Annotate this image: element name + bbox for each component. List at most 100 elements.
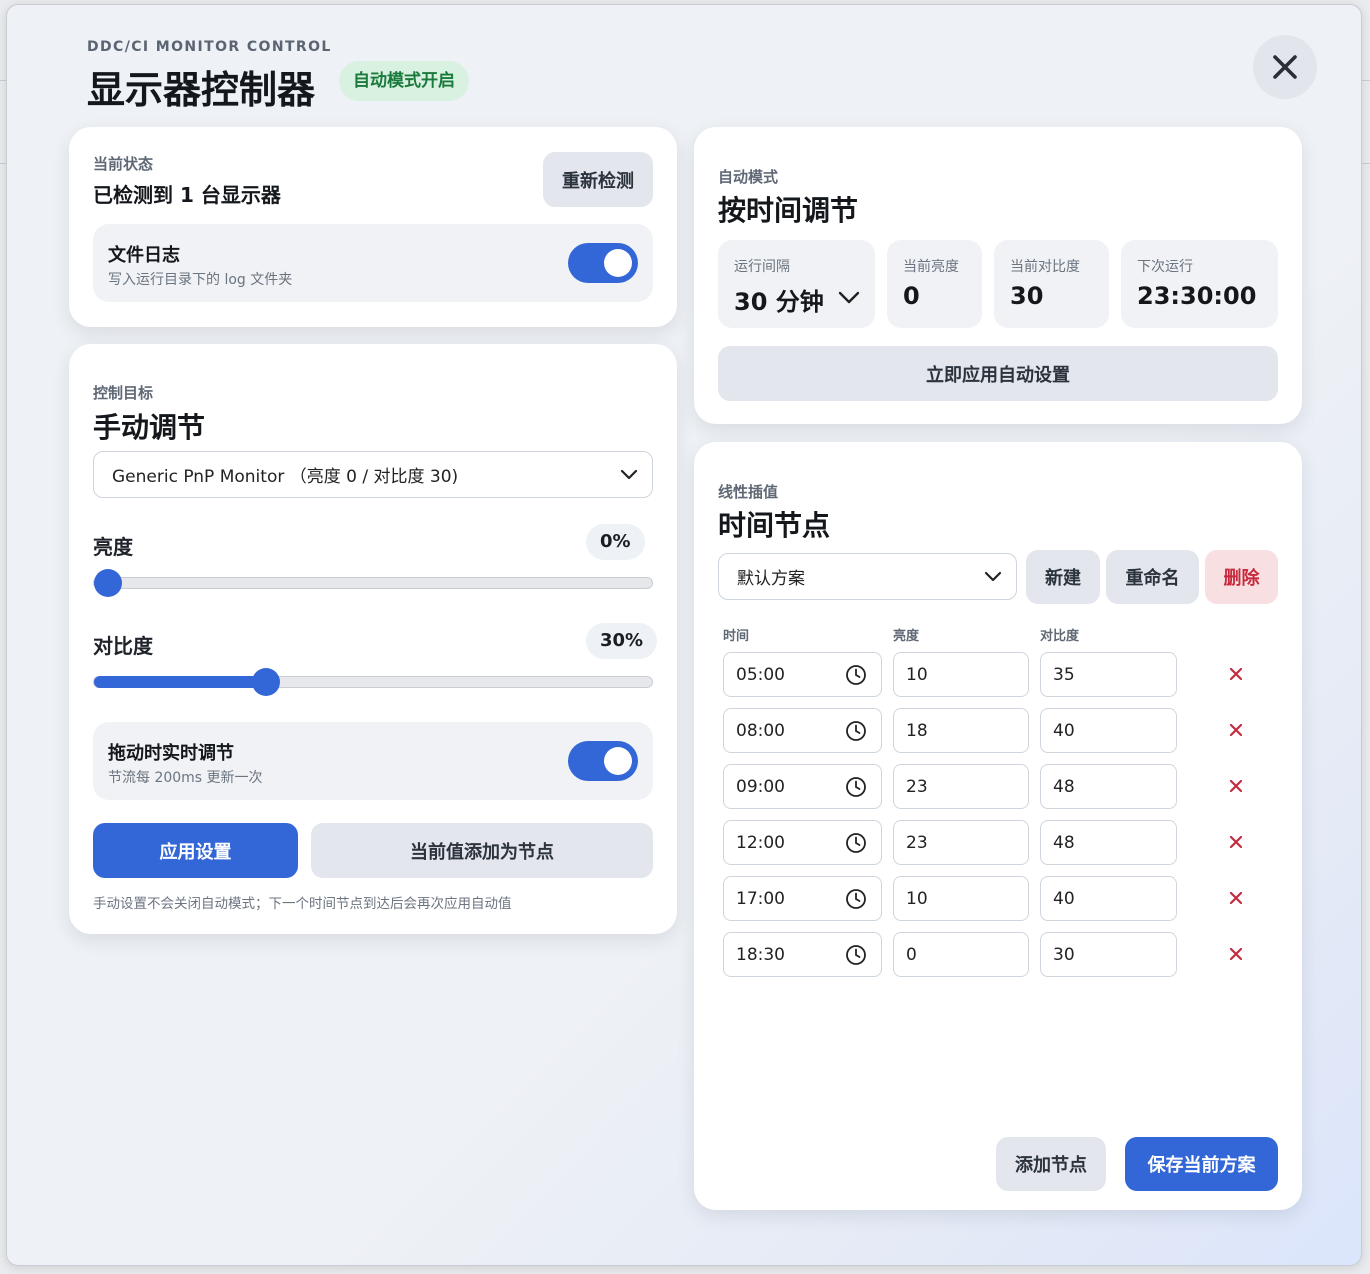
apply-auto-now-button[interactable]: 立即应用自动设置	[718, 346, 1278, 401]
redetect-button[interactable]: 重新检测	[543, 152, 653, 207]
realtime-row: 拖动时实时调节 节流每 200ms 更新一次	[93, 722, 653, 800]
delete-node-icon[interactable]	[1226, 944, 1246, 964]
current-contrast-value: 30	[1010, 282, 1044, 310]
file-log-subtitle: 写入运行目录下的 log 文件夹	[108, 272, 293, 288]
node-time-value: 12:00	[736, 832, 785, 853]
interval-select[interactable]: 运行间隔 30 分钟	[718, 240, 875, 328]
background-divider	[1362, 80, 1370, 164]
delete-profile-button[interactable]: 删除	[1205, 550, 1278, 604]
contrast-label: 对比度	[93, 634, 153, 658]
delete-node-icon[interactable]	[1226, 664, 1246, 684]
rename-profile-button[interactable]: 重命名	[1106, 550, 1199, 604]
toggle-knob	[604, 747, 632, 775]
clock-icon[interactable]	[845, 664, 867, 686]
node-time-input[interactable]: 17:00	[723, 876, 882, 921]
node-brightness-input[interactable]: 10	[893, 876, 1029, 921]
current-contrast-label: 当前对比度	[1010, 259, 1080, 275]
clock-icon[interactable]	[845, 888, 867, 910]
contrast-slider[interactable]	[93, 668, 653, 696]
node-contrast-input[interactable]: 48	[1040, 764, 1177, 809]
node-contrast-input[interactable]: 35	[1040, 652, 1177, 697]
delete-node-icon[interactable]	[1226, 776, 1246, 796]
manual-note: 手动设置不会关闭自动模式；下一个时间节点到达后会再次应用自动值	[93, 896, 512, 912]
file-log-row: 文件日志 写入运行目录下的 log 文件夹	[93, 224, 653, 302]
manual-label: 控制目标	[93, 384, 154, 402]
apply-settings-button[interactable]: 应用设置	[93, 823, 298, 878]
node-brightness-input[interactable]: 23	[893, 764, 1029, 809]
status-label: 当前状态	[93, 155, 154, 173]
toggle-knob	[604, 249, 632, 277]
monitor-select[interactable]: Generic PnP Monitor （亮度 0 / 对比度 30)	[93, 451, 653, 498]
file-log-title: 文件日志	[108, 245, 180, 266]
node-time-value: 09:00	[736, 776, 785, 797]
current-brightness-stat: 当前亮度 0	[887, 240, 982, 328]
node-time-input[interactable]: 18:30	[723, 932, 882, 977]
next-run-value: 23:30:00	[1137, 282, 1257, 310]
node-brightness-input[interactable]: 10	[893, 652, 1029, 697]
app-window: DDC/CI MONITOR CONTROL 显示器控制器 自动模式开启 当前状…	[6, 4, 1362, 1266]
add-current-as-node-button[interactable]: 当前值添加为节点	[311, 823, 653, 878]
current-brightness-value: 0	[903, 282, 920, 310]
add-node-button[interactable]: 添加节点	[996, 1137, 1106, 1191]
contrast-slider-thumb[interactable]	[252, 668, 280, 696]
interval-label: 运行间隔	[734, 259, 790, 275]
new-profile-button[interactable]: 新建	[1026, 550, 1100, 604]
next-run-label: 下次运行	[1137, 259, 1193, 275]
clock-icon[interactable]	[845, 720, 867, 742]
next-run-stat: 下次运行 23:30:00	[1121, 240, 1278, 328]
contrast-slider-fill	[94, 676, 266, 688]
column-header-brightness: 亮度	[893, 629, 920, 644]
node-time-value: 18:30	[736, 944, 785, 965]
auto-mode-badge: 自动模式开启	[339, 61, 469, 101]
nodes-title: 时间节点	[718, 509, 831, 542]
realtime-toggle[interactable]	[568, 741, 638, 781]
page-title: 显示器控制器	[87, 68, 316, 112]
manual-card: 控制目标 手动调节 Generic PnP Monitor （亮度 0 / 对比…	[69, 344, 677, 934]
close-button[interactable]	[1253, 35, 1317, 99]
node-contrast-input[interactable]: 40	[1040, 876, 1177, 921]
node-contrast-input[interactable]: 40	[1040, 708, 1177, 753]
node-time-value: 05:00	[736, 664, 785, 685]
brightness-value-badge: 0%	[586, 524, 645, 560]
node-brightness-input[interactable]: 0	[893, 932, 1029, 977]
node-time-input[interactable]: 08:00	[723, 708, 882, 753]
node-time-input[interactable]: 09:00	[723, 764, 882, 809]
delete-node-icon[interactable]	[1226, 720, 1246, 740]
brightness-slider[interactable]	[93, 569, 653, 597]
chevron-down-icon	[838, 291, 860, 304]
node-time-input[interactable]: 12:00	[723, 820, 882, 865]
profile-select[interactable]: 默认方案	[718, 553, 1017, 600]
current-contrast-stat: 当前对比度 30	[994, 240, 1109, 328]
realtime-title: 拖动时实时调节	[108, 743, 234, 764]
time-nodes-card: 线性插值 时间节点 默认方案 新建 重命名 删除 时间 亮度 对比度 05:00…	[694, 442, 1302, 1210]
file-log-toggle[interactable]	[568, 243, 638, 283]
column-header-time: 时间	[723, 629, 750, 644]
nodes-label: 线性插值	[718, 483, 779, 501]
status-card: 当前状态 已检测到 1 台显示器 重新检测 文件日志 写入运行目录下的 log …	[69, 127, 677, 327]
save-profile-button[interactable]: 保存当前方案	[1125, 1137, 1278, 1191]
chevron-down-icon	[620, 469, 638, 479]
delete-node-icon[interactable]	[1226, 832, 1246, 852]
status-title: 已检测到 1 台显示器	[93, 183, 281, 207]
realtime-subtitle: 节流每 200ms 更新一次	[108, 770, 263, 786]
clock-icon[interactable]	[845, 832, 867, 854]
clock-icon[interactable]	[845, 776, 867, 798]
delete-node-icon[interactable]	[1226, 888, 1246, 908]
auto-title: 按时间调节	[718, 194, 859, 227]
contrast-value-badge: 30%	[586, 623, 658, 659]
node-contrast-input[interactable]: 48	[1040, 820, 1177, 865]
brightness-label: 亮度	[93, 535, 133, 559]
node-contrast-input[interactable]: 30	[1040, 932, 1177, 977]
column-header-contrast: 对比度	[1040, 629, 1080, 644]
current-brightness-label: 当前亮度	[903, 259, 959, 275]
brightness-slider-thumb[interactable]	[94, 569, 122, 597]
node-time-value: 17:00	[736, 888, 785, 909]
node-brightness-input[interactable]: 18	[893, 708, 1029, 753]
chevron-down-icon	[984, 571, 1002, 581]
node-brightness-input[interactable]: 23	[893, 820, 1029, 865]
clock-icon[interactable]	[845, 944, 867, 966]
app-eyebrow: DDC/CI MONITOR CONTROL	[87, 39, 332, 55]
manual-title: 手动调节	[93, 411, 206, 444]
node-time-input[interactable]: 05:00	[723, 652, 882, 697]
node-time-value: 08:00	[736, 720, 785, 741]
